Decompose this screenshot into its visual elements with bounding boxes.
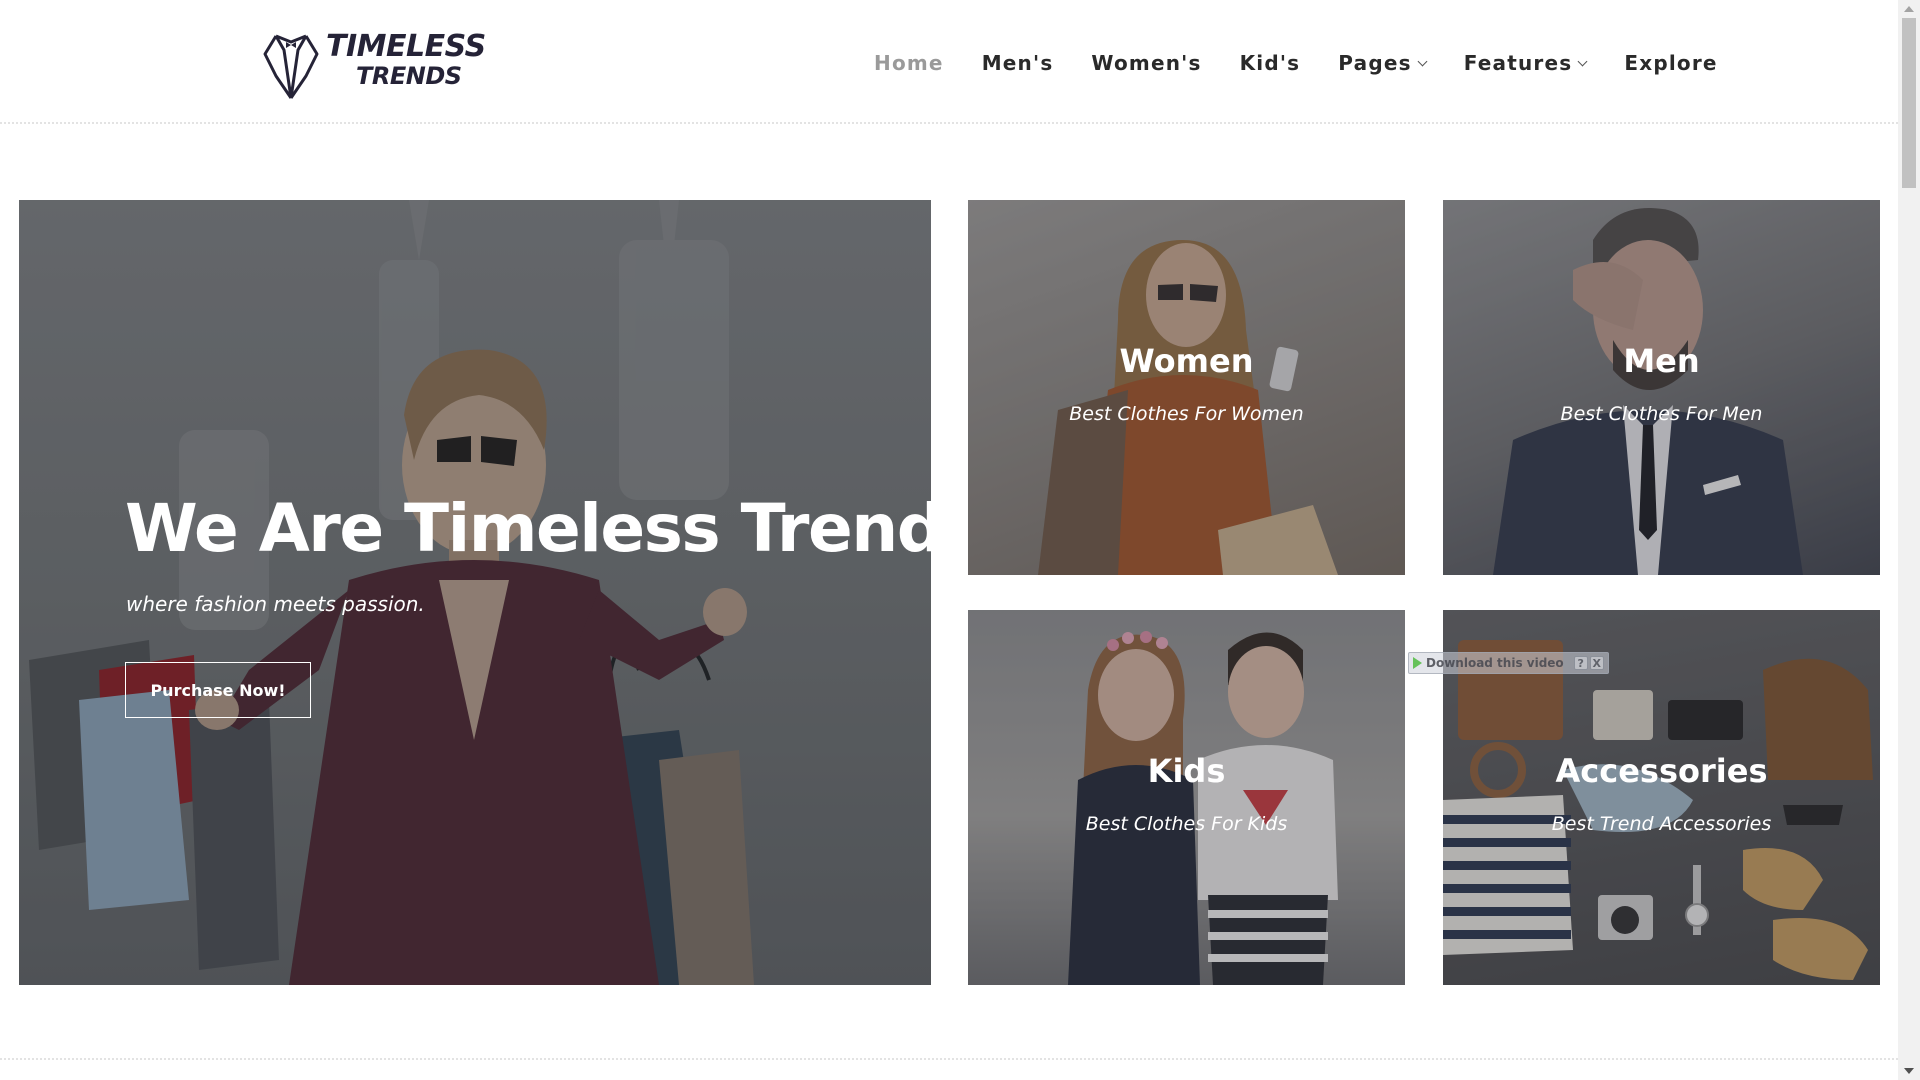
scroll-down-icon[interactable] <box>1904 1068 1914 1074</box>
close-icon[interactable]: X <box>1589 656 1604 670</box>
nav-item-features-label: Features <box>1463 51 1573 75</box>
chevron-down-icon <box>1577 56 1588 66</box>
brand-name: TIMELESS TRENDS <box>326 29 486 90</box>
category-title-accessories: Accessories <box>1555 752 1768 790</box>
scroll-up-icon[interactable] <box>1904 6 1914 12</box>
tile-overlay <box>1443 200 1880 575</box>
nav-item-kids-label: Kid's <box>1239 51 1301 75</box>
help-icon[interactable]: ? <box>1573 656 1588 670</box>
nav-item-womens[interactable]: Women's <box>1091 51 1201 75</box>
category-subtitle-women: Best Clothes For Women <box>1069 403 1304 425</box>
category-title-women: Women <box>1119 342 1254 380</box>
nav-item-mens[interactable]: Men's <box>982 51 1054 75</box>
tile-overlay <box>968 200 1405 575</box>
video-download-label[interactable]: Download this video <box>1426 656 1564 670</box>
site-header: TIMELESS TRENDS Home Men's Women's Kid's… <box>0 0 1898 124</box>
category-tile-men[interactable]: Men Best Clothes For Men <box>1443 200 1880 575</box>
hero-banner: We Are Timeless Trends where fashion mee… <box>19 200 931 985</box>
nav-item-kids[interactable]: Kid's <box>1240 51 1301 75</box>
category-title-kids: Kids <box>1147 752 1226 790</box>
brand-logo[interactable]: TIMELESS TRENDS <box>262 30 497 102</box>
tile-overlay <box>968 610 1405 985</box>
nav-item-explore-label: Explore <box>1624 51 1718 75</box>
nav-item-pages-label: Pages <box>1338 51 1412 75</box>
category-subtitle-accessories: Best Trend Accessories <box>1551 813 1772 835</box>
purchase-now-button[interactable]: Purchase Now! <box>125 662 311 718</box>
nav-item-womens-label: Women's <box>1091 51 1202 75</box>
brand-name-line1: TIMELESS <box>326 29 486 64</box>
header-divider <box>0 122 1898 124</box>
tuxedo-collar-icon <box>263 34 319 99</box>
category-tile-kids[interactable]: Kids Best Clothes For Kids <box>968 610 1405 985</box>
nav-item-mens-label: Men's <box>981 51 1054 75</box>
brand-name-line2: TRENDS <box>356 62 462 90</box>
category-tile-women[interactable]: Women Best Clothes For Women <box>968 200 1405 575</box>
page-scrollbar[interactable] <box>1898 0 1920 1080</box>
nav-item-home-label: Home <box>874 51 944 75</box>
nav-item-explore[interactable]: Explore <box>1624 51 1717 75</box>
category-subtitle-kids: Best Clothes For Kids <box>1085 813 1288 835</box>
nav-item-home[interactable]: Home <box>874 51 944 75</box>
scroll-thumb[interactable] <box>1902 18 1916 188</box>
hero-subtitle: where fashion meets passion. <box>126 592 425 616</box>
play-icon <box>1413 657 1422 669</box>
category-title-men: Men <box>1623 342 1700 380</box>
chevron-down-icon <box>1417 56 1428 66</box>
hero-title: We Are Timeless Trends <box>125 490 931 567</box>
section-divider <box>0 1058 1898 1060</box>
main-nav: Home Men's Women's Kid's Pages Features … <box>874 48 1718 78</box>
category-subtitle-men: Best Clothes For Men <box>1560 403 1763 425</box>
nav-item-pages[interactable]: Pages <box>1338 51 1428 75</box>
video-download-bar[interactable]: Download this video ? X <box>1408 652 1609 674</box>
nav-item-features[interactable]: Features <box>1463 51 1588 75</box>
